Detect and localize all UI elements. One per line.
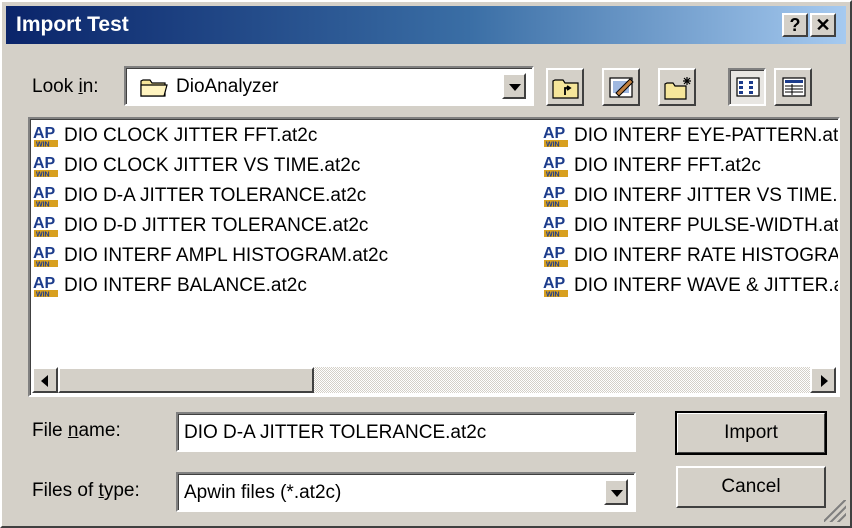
svg-text:AP: AP <box>543 155 566 172</box>
svg-text:WIN: WIN <box>36 142 50 149</box>
list-view-icon <box>736 77 760 102</box>
import-button[interactable]: Import <box>675 411 827 455</box>
details-view-button[interactable] <box>774 68 812 106</box>
svg-text:AP: AP <box>543 185 566 202</box>
new-folder-icon <box>664 75 694 106</box>
svg-text:AP: AP <box>33 185 56 202</box>
apwin-file-icon: AP WIN <box>32 123 60 149</box>
file-item[interactable]: AP WIN DIO D-A JITTER TOLERANCE.at2c <box>32 183 366 209</box>
file-item[interactable]: APWINDIO INTERF JITTER VS TIME.at2c <box>542 183 838 209</box>
apwin-file-icon: AP WIN <box>542 213 570 239</box>
file-item[interactable]: APWINDIO INTERF RATE HISTOGRAM.at2c <box>542 243 840 269</box>
file-item-label: DIO INTERF PULSE-WIDTH.at2c <box>574 215 840 236</box>
filename-value: DIO D-A JITTER TOLERANCE.at2c <box>184 422 487 443</box>
svg-text:WIN: WIN <box>36 232 50 239</box>
apwin-file-icon: AP WIN <box>32 153 60 179</box>
file-item[interactable]: AP WIN DIO INTERF FFT.at2c <box>542 153 761 179</box>
filetype-label: Files of type: <box>32 480 140 501</box>
left-arrow-icon <box>41 375 48 387</box>
scroll-left-button[interactable] <box>32 367 58 393</box>
list-view-button[interactable] <box>728 68 766 106</box>
scroll-right-button[interactable] <box>810 367 836 393</box>
new-folder-button[interactable] <box>658 68 696 106</box>
details-view-icon <box>782 77 806 102</box>
file-list[interactable]: AP WIN DIO CLOCK JITTER FFT.at2c AP WIN DIO C… <box>28 117 840 397</box>
svg-text:AP: AP <box>543 125 566 142</box>
horizontal-scrollbar[interactable] <box>32 367 836 393</box>
apwin-file-icon: AP WIN <box>32 213 60 239</box>
svg-text:AP: AP <box>543 245 566 262</box>
filetype-dropdown-button[interactable] <box>604 479 628 505</box>
up-folder-button[interactable] <box>546 68 584 106</box>
file-item[interactable]: AP WIN DIO INTERF BALANCE.at2c <box>32 273 307 299</box>
svg-text:AP: AP <box>33 275 56 292</box>
resize-grip-icon[interactable] <box>824 500 846 522</box>
svg-text:WIN: WIN <box>546 292 560 299</box>
apwin-file-icon: AP WIN <box>542 183 570 209</box>
lookin-dropdown-button[interactable] <box>502 73 526 99</box>
apwin-file-icon: AP WIN <box>32 243 60 269</box>
window-title: Import Test <box>16 13 129 36</box>
svg-text:AP: AP <box>543 215 566 232</box>
folder-icon <box>140 77 168 97</box>
svg-text:AP: AP <box>33 245 56 262</box>
help-button[interactable]: ? <box>782 13 808 37</box>
lookin-value: DioAnalyzer <box>176 76 279 97</box>
file-item-label: DIO INTERF RATE HISTOGRAM.at2c <box>574 245 840 266</box>
filename-label: File name: <box>32 420 121 441</box>
file-item-label: DIO INTERF FFT.at2c <box>574 155 761 176</box>
svg-text:AP: AP <box>33 125 56 142</box>
file-item-label: DIO D-D JITTER TOLERANCE.at2c <box>64 215 369 236</box>
svg-text:AP: AP <box>33 155 56 172</box>
lookin-label: Look in: <box>32 76 99 97</box>
scrollbar-thumb[interactable] <box>58 367 314 393</box>
svg-text:AP: AP <box>33 215 56 232</box>
file-item-label: DIO INTERF JITTER VS TIME.at2c <box>574 185 838 206</box>
desktop-icon <box>608 75 636 106</box>
svg-text:WIN: WIN <box>36 262 50 269</box>
file-item-label: DIO INTERF BALANCE.at2c <box>64 275 307 296</box>
svg-text:WIN: WIN <box>36 202 50 209</box>
file-item[interactable]: AP WIN DIO CLOCK JITTER VS TIME.at2c <box>32 153 360 179</box>
file-item[interactable]: AP WIN DIO INTERF EYE-PATTERN.at2c <box>542 123 840 149</box>
file-item[interactable]: AP WIN DIO CLOCK JITTER FFT.at2c <box>32 123 317 149</box>
svg-text:WIN: WIN <box>36 292 50 299</box>
file-item[interactable]: AP WIN DIO INTERF AMPL HISTOGRAM.at2c <box>32 243 388 269</box>
title-bar[interactable]: Import Test ? ✕ <box>6 6 846 44</box>
svg-text:WIN: WIN <box>546 142 560 149</box>
file-item-label: DIO CLOCK JITTER VS TIME.at2c <box>64 155 361 176</box>
svg-text:WIN: WIN <box>546 262 560 269</box>
file-item-label: DIO D-A JITTER TOLERANCE.at2c <box>64 185 367 206</box>
svg-text:WIN: WIN <box>546 232 560 239</box>
desktop-button[interactable] <box>602 68 640 106</box>
lookin-combo[interactable]: DioAnalyzer <box>124 66 534 106</box>
right-arrow-icon <box>821 375 828 387</box>
file-item[interactable]: AP WIN DIO INTERF PULSE-WIDTH.at2c <box>542 213 840 239</box>
file-item[interactable]: APWINDIO INTERF WAVE & JITTER.at2c <box>542 273 838 299</box>
apwin-file-icon: AP WIN <box>542 123 570 149</box>
cancel-button[interactable]: Cancel <box>676 466 826 508</box>
apwin-file-icon: AP WIN <box>32 183 60 209</box>
up-folder-icon <box>552 76 580 105</box>
svg-text:WIN: WIN <box>36 172 50 179</box>
svg-text:WIN: WIN <box>546 202 560 209</box>
filename-input[interactable]: DIO D-A JITTER TOLERANCE.at2c <box>176 412 636 452</box>
file-item-label: DIO CLOCK JITTER FFT.at2c <box>64 125 318 146</box>
apwin-file-icon: AP WIN <box>542 153 570 179</box>
apwin-file-icon: AP WIN <box>542 273 570 299</box>
filetype-combo[interactable]: Apwin files (*.at2c) <box>176 472 636 512</box>
file-item-label: DIO INTERF AMPL HISTOGRAM.at2c <box>64 245 389 266</box>
filetype-value: Apwin files (*.at2c) <box>184 482 342 503</box>
file-item-label: DIO INTERF WAVE & JITTER.at2c <box>574 275 838 296</box>
apwin-file-icon: AP WIN <box>32 273 60 299</box>
file-item-label: DIO INTERF EYE-PATTERN.at2c <box>574 125 840 146</box>
file-item[interactable]: AP WIN DIO D-D JITTER TOLERANCE.at2c <box>32 213 368 239</box>
apwin-file-icon: AP WIN <box>542 243 570 269</box>
close-button[interactable]: ✕ <box>810 13 836 37</box>
svg-text:AP: AP <box>543 275 566 292</box>
import-dialog: Import Test ? ✕ Look in: DioAnalyzer AP … <box>0 0 852 528</box>
svg-text:WIN: WIN <box>546 172 560 179</box>
